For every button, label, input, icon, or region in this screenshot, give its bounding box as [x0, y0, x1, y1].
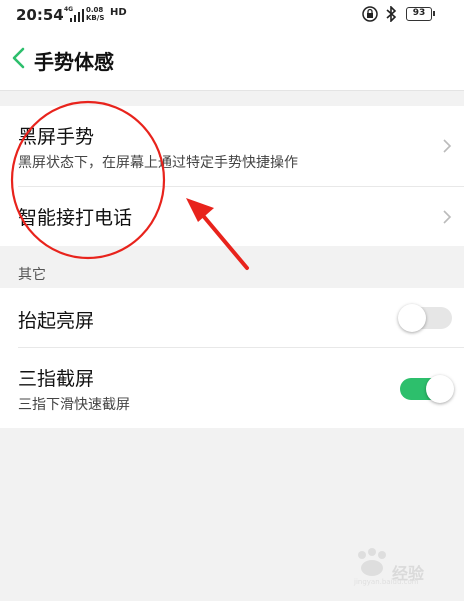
app-header: 手势体感 — [0, 30, 464, 91]
rotation-lock-icon — [362, 6, 378, 22]
section-label-other: 其它 — [18, 267, 46, 283]
battery-icon: 93 — [406, 7, 435, 21]
three-finger-screenshot-subtitle: 三指下滑快速截屏 — [18, 397, 130, 413]
three-finger-screenshot-toggle[interactable] — [400, 375, 454, 403]
other-settings-card: 抬起亮屏 三指截屏 三指下滑快速截屏 — [0, 288, 464, 428]
battery-level: 93 — [412, 8, 426, 18]
network-speed-unit: KB/S — [86, 14, 105, 22]
three-finger-screenshot-title: 三指截屏 — [18, 368, 95, 390]
network-indicator: 4G 0.08 KB/S HD — [64, 6, 127, 24]
status-right: 93 — [362, 6, 452, 24]
watermark-url: jingyan.baidu.com — [354, 578, 419, 586]
status-bar: 20:54 4G 0.08 KB/S HD 93 — [0, 0, 464, 30]
baidu-jingyan-watermark: 经验 jingyan.baidu.com — [352, 548, 444, 588]
network-speed-value: 0.08 — [86, 6, 104, 14]
signal-icon — [70, 9, 84, 22]
raise-to-wake-toggle[interactable] — [398, 304, 452, 332]
paw-logo-icon — [358, 548, 386, 576]
toggle-knob — [426, 375, 454, 403]
smart-call-item[interactable]: 智能接打电话 — [0, 187, 464, 246]
toggle-knob — [398, 304, 426, 332]
chevron-right-icon — [443, 139, 452, 153]
black-screen-gesture-subtitle: 黑屏状态下，在屏幕上通过特定手势快捷操作 — [18, 155, 298, 171]
black-screen-gesture-item[interactable]: 黑屏手势 黑屏状态下，在屏幕上通过特定手势快捷操作 — [0, 106, 464, 186]
three-finger-screenshot-item[interactable]: 三指截屏 三指下滑快速截屏 — [0, 348, 464, 428]
page-title: 手势体感 — [34, 50, 114, 74]
raise-to-wake-title: 抬起亮屏 — [18, 310, 95, 332]
chevron-right-icon — [443, 210, 452, 224]
status-time: 20:54 — [16, 6, 64, 24]
hd-indicator: HD — [110, 7, 127, 18]
network-speed: 0.08 KB/S — [86, 6, 104, 22]
bluetooth-icon — [386, 6, 397, 22]
smart-call-title: 智能接打电话 — [18, 207, 133, 229]
black-screen-gesture-title: 黑屏手势 — [18, 126, 95, 148]
back-arrow-icon[interactable] — [10, 46, 28, 70]
gesture-settings-card: 黑屏手势 黑屏状态下，在屏幕上通过特定手势快捷操作 智能接打电话 — [0, 106, 464, 246]
raise-to-wake-item[interactable]: 抬起亮屏 — [0, 288, 464, 347]
